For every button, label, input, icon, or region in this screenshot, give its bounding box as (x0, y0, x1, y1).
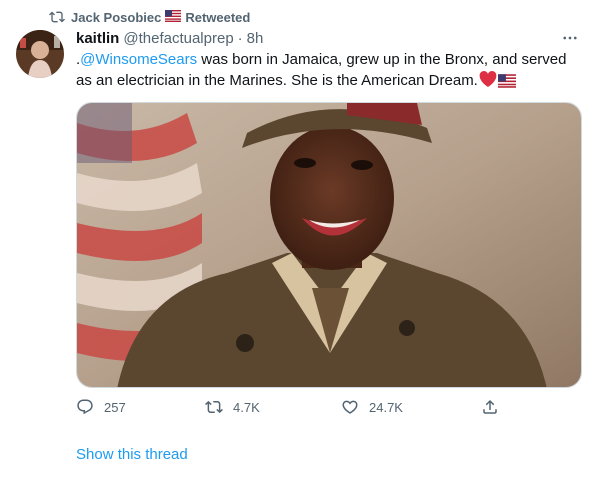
more-icon[interactable] (560, 28, 580, 48)
reply-count: 257 (104, 399, 126, 415)
retweet-icon (205, 398, 223, 416)
retweet-context-icon (49, 9, 65, 25)
share-icon (481, 398, 499, 416)
show-thread-link[interactable]: Show this thread (76, 446, 188, 463)
heart-emoji-icon (478, 70, 498, 94)
tweet-actions: 257 4.7K 24.7K (76, 398, 506, 420)
share-button[interactable] (481, 398, 499, 416)
timestamp[interactable]: 8h (247, 30, 264, 47)
like-count: 24.7K (369, 399, 403, 415)
retweeter-link[interactable]: Jack Posobiec Retweeted (71, 9, 251, 25)
like-icon (341, 398, 359, 416)
retweeted-label: Retweeted (185, 9, 251, 25)
retweet-button[interactable]: 4.7K (205, 398, 260, 416)
social-context: Jack Posobiec Retweeted (49, 8, 250, 26)
reply-button[interactable]: 257 (76, 398, 126, 416)
separator: · (237, 29, 243, 47)
tweet-header: kaitlin @thefactualprep · 8h (76, 28, 586, 48)
retweet-count: 4.7K (233, 399, 260, 415)
us-flag-icon (165, 9, 182, 25)
like-button[interactable]: 24.7K (341, 398, 403, 416)
author-handle[interactable]: @thefactualprep (123, 30, 233, 47)
retweeter-name: Jack Posobiec (71, 9, 162, 25)
us-flag-icon (497, 74, 516, 94)
reply-icon (76, 398, 94, 416)
tweet-photo[interactable] (76, 102, 582, 388)
mention-link[interactable]: @WinsomeSears (80, 51, 197, 68)
author-name[interactable]: kaitlin (76, 30, 119, 47)
avatar[interactable] (16, 30, 64, 78)
tweet-text: .@WinsomeSears was born in Jamaica, grew… (76, 50, 586, 94)
tweet[interactable]: Jack Posobiec Retweeted kaitlin @thefact… (0, 0, 598, 479)
